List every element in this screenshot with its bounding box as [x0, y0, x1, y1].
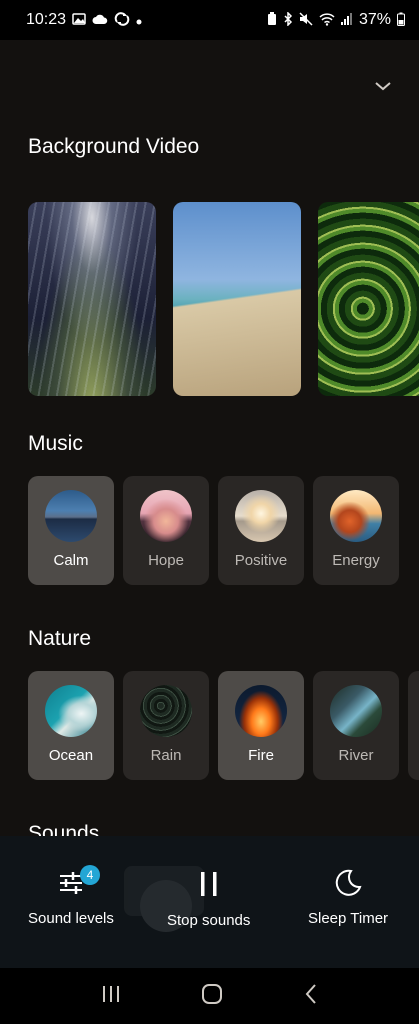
music-item-energy[interactable]: Energy: [313, 476, 399, 585]
music-item-label: Energy: [332, 552, 380, 569]
moon-icon: [335, 869, 362, 896]
battery-saver-icon: [267, 11, 277, 29]
nature-item-fire[interactable]: Fire: [218, 671, 304, 780]
ocean-thumbnail: [45, 685, 97, 737]
calm-thumbnail: [45, 490, 97, 542]
battery-percent: 37%: [358, 11, 391, 28]
nature-item-label: Ocean: [48, 747, 94, 764]
back-chevron-icon: [305, 983, 316, 1004]
video-thumbnail-ripples[interactable]: [318, 202, 419, 396]
nature-item-label: River: [338, 747, 374, 764]
bottom-control-panel: Sound levels 4 Stop sounds Sleep Timer: [0, 836, 419, 968]
sound-levels-button[interactable]: Sound levels: [28, 868, 114, 927]
signal-icon: [340, 12, 353, 28]
status-time: 10:23: [26, 11, 67, 28]
energy-thumbnail: [330, 490, 382, 542]
mute-icon: [299, 11, 313, 29]
stop-sounds-label: Stop sounds: [167, 912, 251, 929]
music-row: Calm Hope Positive Energy: [28, 476, 399, 585]
sounds-title: Sounds: [28, 822, 100, 836]
music-item-label: Hope: [148, 552, 184, 569]
recents-icon: [102, 985, 119, 1002]
battery-icon: [397, 12, 405, 29]
sleep-timer-label: Sleep Timer: [308, 910, 389, 927]
status-left: 10:23: [26, 11, 142, 29]
music-item-label: Positive: [234, 552, 288, 569]
music-item-calm[interactable]: Calm: [28, 476, 114, 585]
nature-item-next-partial[interactable]: [408, 671, 419, 780]
sound-levels-count-badge: 4: [80, 865, 100, 885]
status-right: 37%: [267, 10, 405, 29]
video-thumbnail-underwater[interactable]: [28, 202, 156, 396]
nature-item-label: Rain: [150, 747, 182, 764]
hope-thumbnail: [140, 490, 192, 542]
positive-thumbnail: [235, 490, 287, 542]
sound-levels-label: Sound levels: [28, 910, 114, 927]
music-item-hope[interactable]: Hope: [123, 476, 209, 585]
notification-dot-icon: [136, 13, 142, 28]
collapse-button[interactable]: [371, 74, 395, 98]
gallery-icon: [72, 12, 86, 29]
system-nav-bar: [0, 968, 419, 1024]
sound-mixer-sheet: Background Video Music Calm Hope Positiv…: [0, 40, 419, 836]
nature-item-label: Fire: [248, 747, 274, 764]
background-video-row: [28, 202, 419, 396]
sleep-timer-button[interactable]: Sleep Timer: [308, 868, 388, 927]
wifi-icon: [319, 12, 335, 29]
nature-row: Ocean Rain Fire River: [28, 671, 419, 780]
sync-icon: [114, 11, 130, 29]
chevron-down-icon: [375, 82, 391, 91]
music-title: Music: [28, 432, 83, 455]
recents-button[interactable]: [100, 984, 122, 1009]
pause-icon: [200, 872, 217, 896]
video-thumbnail-beach[interactable]: [173, 202, 301, 396]
status-bar: 10:23 37%: [0, 0, 419, 40]
back-button[interactable]: [303, 983, 319, 1010]
rain-thumbnail: [140, 685, 192, 737]
stop-sounds-button[interactable]: Stop sounds: [167, 868, 250, 929]
home-icon: [202, 983, 223, 1004]
fire-thumbnail: [235, 685, 287, 737]
cloud-icon: [92, 13, 108, 28]
nature-item-rain[interactable]: Rain: [123, 671, 209, 780]
river-thumbnail: [330, 685, 382, 737]
music-item-label: Calm: [53, 552, 89, 569]
music-item-positive[interactable]: Positive: [218, 476, 304, 585]
nature-item-river[interactable]: River: [313, 671, 399, 780]
home-button[interactable]: [201, 983, 223, 1010]
nature-item-ocean[interactable]: Ocean: [28, 671, 114, 780]
nature-title: Nature: [28, 627, 92, 650]
bluetooth-icon: [283, 10, 293, 29]
background-video-title: Background Video: [28, 135, 200, 158]
